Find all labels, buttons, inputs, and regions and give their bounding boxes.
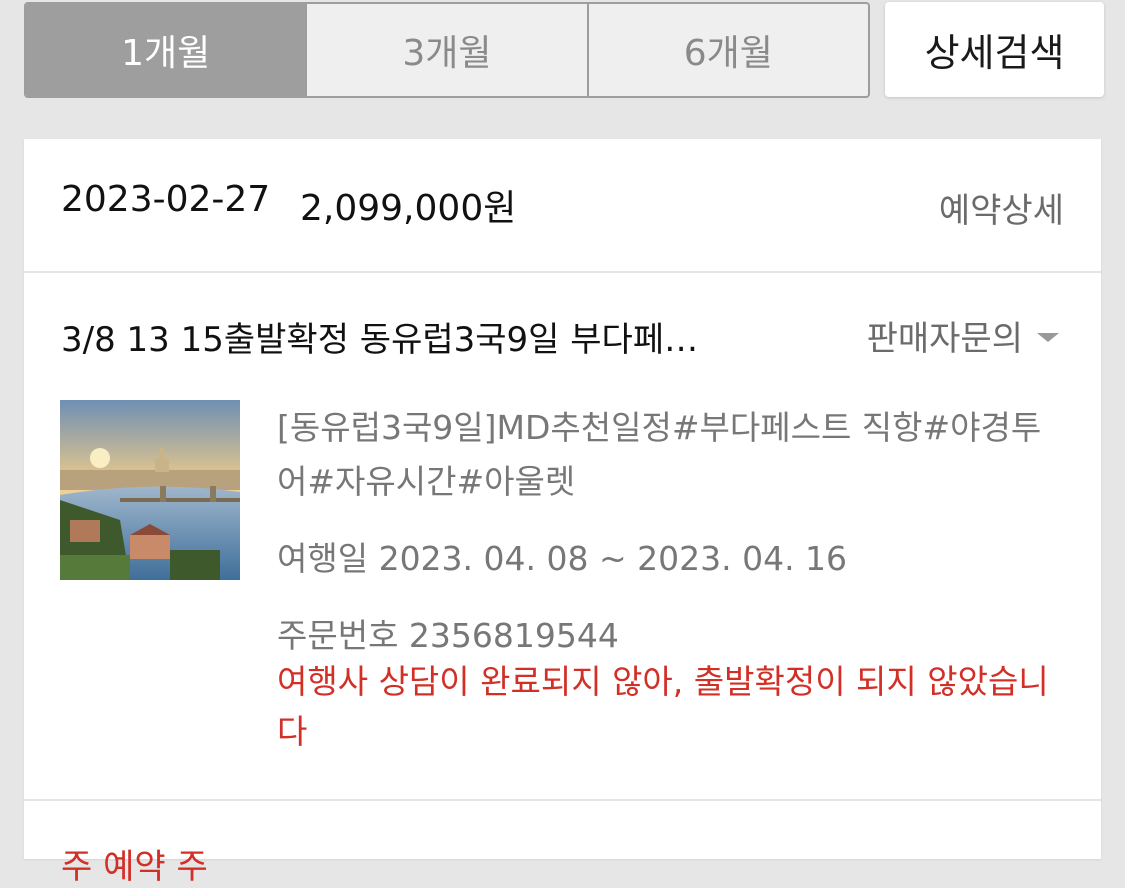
tab-3-months[interactable]: 3개월 [307, 4, 589, 96]
seller-inquiry-label: 판매자문의 [866, 319, 1023, 359]
order-date: 2023-02-27 [61, 179, 271, 220]
product-title[interactable]: 3/8 13 15출발확정 동유럽3국9일 부다페… [61, 312, 761, 361]
tab-1-month[interactable]: 1개월 [26, 4, 308, 96]
detail-search-button[interactable]: 상세검색 [885, 2, 1104, 97]
product-description: [동유럽3국9일]MD추천일정#부다페스트 직항#야경투어#자유시간#아울렛 [277, 408, 1042, 501]
budapest-photo [60, 400, 240, 580]
next-section-label: 주 예약 주 [61, 847, 208, 887]
card-divider [24, 799, 1101, 801]
travel-dates: 여행일 2023. 04. 08 ~ 2023. 04. 16 [277, 539, 848, 578]
caret-down-icon [1037, 333, 1059, 342]
status-message: 여행사 상담이 완료되지 않아, 출발확정이 되지 않았습니다 [277, 662, 1049, 751]
order-card-header: 2023-02-27 2,099,000원 예약상세 [24, 139, 1101, 273]
order-price: 2,099,000원 [300, 188, 517, 229]
product-thumbnail[interactable] [60, 400, 240, 580]
reservation-detail-link[interactable]: 예약상세 [939, 183, 1064, 232]
seller-inquiry-button[interactable]: 판매자문의 [867, 311, 1059, 360]
order-number: 주문번호 2356819544 [277, 616, 619, 655]
top-bar: 1개월 3개월 6개월 상세검색 [24, 2, 1104, 98]
period-tabs: 1개월 3개월 6개월 [24, 2, 870, 98]
order-card: 2023-02-27 2,099,000원 예약상세 3/8 13 15출발확정… [24, 139, 1101, 887]
tab-6-months[interactable]: 6개월 [589, 4, 868, 96]
